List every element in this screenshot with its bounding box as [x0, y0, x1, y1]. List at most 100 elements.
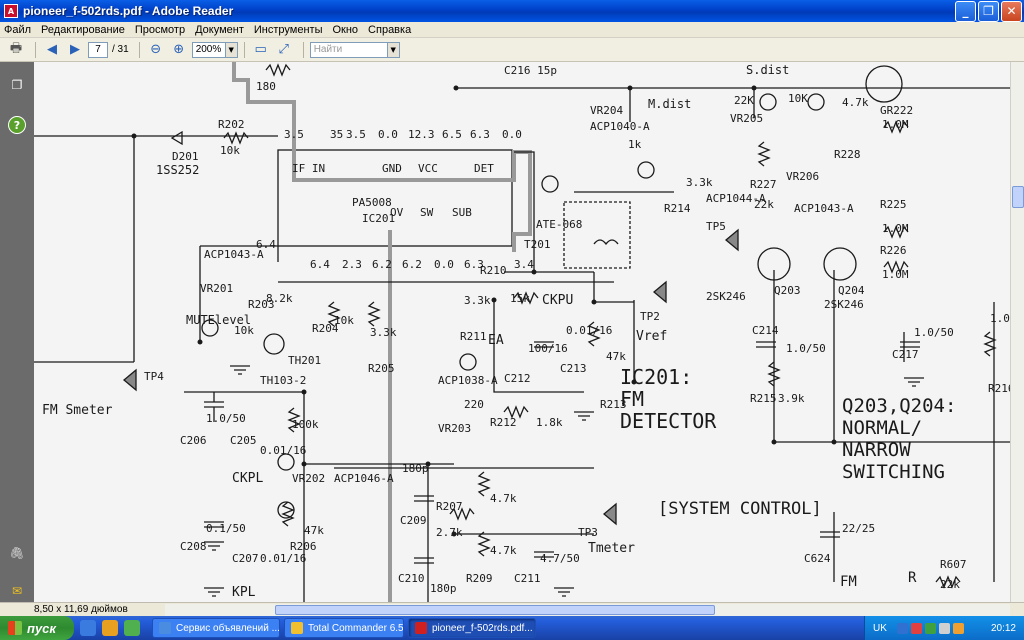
label-r207-val: 2.7k: [436, 526, 463, 539]
label-c217-val: 1.0/50: [914, 326, 954, 339]
zoom-in-icon[interactable]: ⊕: [169, 41, 189, 59]
zoom-out-icon[interactable]: ⊖: [146, 41, 166, 59]
label-r211: R211: [460, 330, 487, 343]
task-label: pioneer_f-502rds.pdf...: [432, 622, 533, 634]
previous-page-icon[interactable]: ◀: [42, 41, 62, 59]
label-vr202: VR202: [292, 472, 325, 485]
quicklaunch-messenger-icon[interactable]: [124, 620, 140, 636]
label-c206-val: 1.0/50: [206, 412, 246, 425]
task-total-commander[interactable]: Total Commander 6.5...: [284, 618, 404, 638]
label-v-2-3: 2.3: [342, 258, 362, 271]
attachments-icon[interactable]: 🖇: [8, 544, 26, 562]
label-pin-gnd: GND: [382, 162, 402, 175]
help-icon[interactable]: ?: [8, 116, 26, 134]
comments-icon[interactable]: ✉: [8, 582, 26, 600]
label-ckpu: CKPU: [542, 293, 573, 308]
label-fm: FM: [840, 574, 857, 590]
language-indicator[interactable]: UK: [873, 623, 887, 634]
label-tp2: TP2: [640, 310, 660, 323]
horizontal-scroll-thumb[interactable]: [275, 605, 715, 615]
adobe-reader-icon: A: [4, 4, 18, 18]
label-ckpl: CKPL: [232, 471, 263, 486]
label-c212: C212: [504, 372, 531, 385]
menu-edit[interactable]: Редактирование: [41, 24, 125, 36]
quicklaunch-media-icon[interactable]: [102, 620, 118, 636]
chevron-down-icon[interactable]: ▼: [387, 41, 400, 58]
label-c208-val: 0.1/50: [206, 522, 246, 535]
start-button[interactable]: пуск: [0, 616, 74, 640]
label-c624: C624: [804, 552, 831, 565]
label-c213: C213: [560, 362, 587, 375]
toolbar-separator: [35, 41, 36, 58]
quicklaunch-desktop-icon[interactable]: [80, 620, 96, 636]
window-titlebar[interactable]: A pioneer_f-502rds.pdf - Adobe Reader _ …: [0, 0, 1024, 22]
menu-window[interactable]: Окно: [332, 24, 358, 36]
label-r205-val: 3.3k: [370, 326, 397, 339]
tray-volume-icon[interactable]: [938, 622, 950, 634]
close-button[interactable]: ✕: [1001, 0, 1022, 22]
tray-network-icon[interactable]: [896, 622, 908, 634]
label-vr205: VR205: [730, 112, 763, 125]
zoom-level-field[interactable]: 200%: [191, 41, 226, 58]
menu-view[interactable]: Просмотр: [135, 24, 185, 36]
label-r211-val: 3.3k: [464, 294, 491, 307]
print-icon[interactable]: 🖶: [6, 41, 26, 59]
label-2sk246-a: 2SK246: [706, 290, 746, 303]
toolbar-separator: [138, 41, 140, 58]
label-r226-val: 1.0M: [882, 268, 909, 281]
page-size-label: 8,50 x 11,69 дюймов: [34, 604, 128, 615]
task-label: Сервис объявлений ...: [176, 622, 280, 634]
navigation-panel: ❐ ? 🖇 ✉: [0, 62, 34, 602]
label-th201: TH201: [288, 354, 321, 367]
label-r204-val: 10k: [334, 314, 354, 327]
next-page-icon[interactable]: ▶: [65, 41, 85, 59]
menu-file[interactable]: Файл: [4, 24, 31, 36]
label-vr206-val: 10K: [788, 92, 808, 105]
label-vr206: VR206: [786, 170, 819, 183]
start-label: пуск: [27, 620, 56, 636]
label-r225: R225: [880, 198, 907, 211]
menu-bar: Файл Редактирование Просмотр Документ Ин…: [0, 22, 1024, 38]
label-c212-val: 100/16: [528, 342, 568, 355]
adobe-reader-icon: [415, 622, 427, 634]
page-number-input[interactable]: 7: [88, 41, 108, 58]
label-r228-val: 4.7k: [842, 96, 869, 109]
label-2sk246-b: 2SK246: [824, 298, 864, 311]
maximize-button[interactable]: ❐: [978, 0, 999, 22]
label-c217: C217: [892, 348, 919, 361]
task-adobe-reader[interactable]: pioneer_f-502rds.pdf...: [408, 618, 536, 638]
vertical-scrollbar[interactable]: [1010, 62, 1024, 602]
tray-app-icon[interactable]: [952, 622, 964, 634]
label-s-dist: S.dist: [746, 63, 789, 77]
note-narrow: NARROW: [842, 439, 911, 461]
chevron-down-icon[interactable]: ▼: [225, 41, 238, 58]
minimize-button[interactable]: _: [955, 0, 976, 22]
document-view[interactable]: 180 C216 15p S.dist GR222 1.0M R202 10k …: [34, 62, 1010, 602]
menu-document[interactable]: Документ: [195, 24, 244, 36]
label-c206: C206: [180, 434, 207, 447]
menu-help[interactable]: Справка: [368, 24, 411, 36]
label-v-3-5b: 3.5: [346, 128, 366, 141]
label-r202-val: 10k: [220, 144, 240, 157]
fit-page-icon[interactable]: ▭: [251, 41, 271, 59]
label-v-6-4b: 6.4: [310, 258, 330, 271]
window-title: pioneer_f-502rds.pdf - Adobe Reader: [23, 4, 234, 18]
horizontal-scrollbar[interactable]: [165, 604, 1010, 616]
vertical-scroll-thumb[interactable]: [1012, 186, 1024, 208]
search-input[interactable]: Найти: [309, 41, 388, 58]
tray-update-icon[interactable]: [924, 622, 936, 634]
clock[interactable]: 20:12: [991, 623, 1016, 634]
label-r227-val: 22k: [754, 198, 774, 211]
task-browser[interactable]: Сервис объявлений ...: [152, 618, 280, 638]
label-c214-val: 1.0/50: [786, 342, 826, 355]
tray-antivirus-icon[interactable]: [910, 622, 922, 634]
label-th103: TH103-2: [260, 374, 306, 387]
note-normal: NORMAL/: [842, 417, 922, 439]
label-r214-val: 3.3k: [686, 176, 713, 189]
fit-width-icon[interactable]: ⤢: [274, 41, 294, 59]
menu-tools[interactable]: Инструменты: [254, 24, 323, 36]
pages-icon[interactable]: ❐: [8, 76, 26, 94]
label-r210: R210: [480, 264, 507, 277]
label-c208: C208: [180, 540, 207, 553]
label-v-6-2b: 6.2: [402, 258, 422, 271]
